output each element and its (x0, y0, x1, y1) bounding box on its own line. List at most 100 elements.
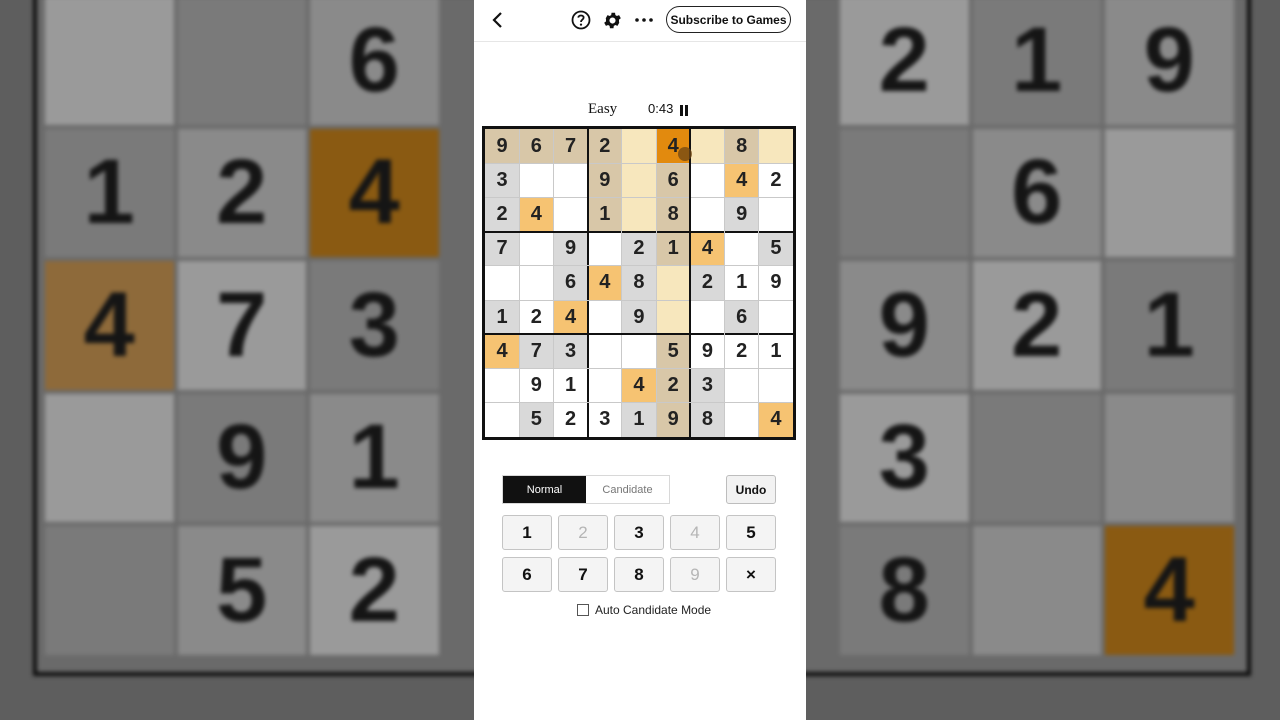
sudoku-cell[interactable]: 2 (485, 197, 520, 232)
sudoku-cell[interactable] (519, 231, 554, 266)
sudoku-cell[interactable] (587, 368, 622, 403)
sudoku-cell[interactable]: 8 (690, 402, 725, 437)
sudoku-cell[interactable]: 9 (621, 300, 657, 335)
number-key-2[interactable]: 2 (558, 515, 608, 550)
sudoku-cell[interactable] (758, 197, 793, 232)
sudoku-cell[interactable]: 1 (621, 402, 657, 437)
sudoku-cell[interactable]: 2 (621, 231, 657, 266)
sudoku-cell[interactable]: 2 (724, 334, 759, 369)
sudoku-cell[interactable]: 9 (485, 129, 520, 164)
sudoku-cell[interactable]: 2 (519, 300, 554, 335)
sudoku-cell[interactable] (690, 197, 725, 232)
sudoku-cell[interactable]: 1 (587, 197, 622, 232)
sudoku-cell[interactable]: 5 (656, 334, 691, 369)
sudoku-cell[interactable]: 6 (724, 300, 759, 335)
sudoku-cell[interactable]: 7 (519, 334, 554, 369)
sudoku-cell[interactable] (656, 300, 691, 335)
number-key-7[interactable]: 7 (558, 557, 608, 592)
sudoku-cell[interactable]: 2 (758, 163, 793, 198)
sudoku-cell[interactable] (690, 129, 725, 164)
sudoku-cell[interactable] (485, 402, 520, 437)
sudoku-cell[interactable]: 3 (587, 402, 622, 437)
number-key-3[interactable]: 3 (614, 515, 664, 550)
sudoku-cell[interactable]: 4 (690, 231, 725, 266)
mode-candidate-button[interactable]: Candidate (586, 476, 669, 503)
sudoku-cell[interactable]: 3 (553, 334, 588, 369)
sudoku-cell[interactable]: 6 (553, 265, 588, 301)
auto-candidate-toggle[interactable]: Auto Candidate Mode (577, 602, 711, 618)
number-key-5[interactable]: 5 (726, 515, 776, 550)
number-key-9[interactable]: 9 (670, 557, 720, 592)
sudoku-cell[interactable]: 4 (724, 163, 759, 198)
erase-key[interactable]: × (726, 557, 776, 592)
sudoku-cell[interactable] (758, 129, 793, 164)
number-key-1[interactable]: 1 (502, 515, 552, 550)
sudoku-cell[interactable] (587, 300, 622, 335)
sudoku-cell[interactable]: 7 (485, 231, 520, 266)
sudoku-cell[interactable]: 9 (587, 163, 622, 198)
auto-candidate-checkbox[interactable] (577, 604, 589, 616)
sudoku-cell[interactable] (621, 129, 657, 164)
sudoku-cell[interactable]: 5 (519, 402, 554, 437)
sudoku-cell[interactable]: 4 (553, 300, 588, 335)
sudoku-cell[interactable]: 9 (724, 197, 759, 232)
sudoku-cell[interactable] (485, 368, 520, 403)
sudoku-cell[interactable]: 1 (485, 300, 520, 335)
subscribe-button[interactable]: Subscribe to Games (666, 6, 791, 33)
sudoku-cell[interactable] (724, 402, 759, 437)
sudoku-cell[interactable] (587, 231, 622, 266)
sudoku-cell[interactable] (519, 265, 554, 301)
sudoku-cell[interactable] (519, 163, 554, 198)
sudoku-cell[interactable] (621, 334, 657, 369)
sudoku-cell[interactable]: 2 (656, 368, 691, 403)
help-circle-icon[interactable] (571, 10, 591, 30)
sudoku-cell[interactable] (656, 265, 691, 301)
mode-normal-button[interactable]: Normal (503, 476, 586, 503)
sudoku-cell[interactable] (724, 231, 759, 266)
sudoku-cell[interactable]: 4 (758, 402, 793, 437)
sudoku-cell[interactable]: 3 (485, 163, 520, 198)
chevron-left-icon[interactable] (488, 10, 508, 30)
sudoku-cell[interactable]: 8 (724, 129, 759, 164)
sudoku-cell[interactable]: 1 (758, 334, 793, 369)
sudoku-cell[interactable] (553, 163, 588, 198)
sudoku-cell[interactable] (724, 368, 759, 403)
sudoku-cell[interactable]: 1 (656, 231, 691, 266)
sudoku-cell[interactable]: 4 (519, 197, 554, 232)
sudoku-cell[interactable]: 2 (587, 129, 622, 164)
sudoku-cell[interactable] (621, 197, 657, 232)
sudoku-cell[interactable]: 4 (587, 265, 622, 301)
sudoku-cell[interactable]: 9 (656, 402, 691, 437)
undo-button[interactable]: Undo (726, 475, 776, 504)
sudoku-cell[interactable]: 6 (656, 163, 691, 198)
sudoku-cell[interactable]: 8 (621, 265, 657, 301)
sudoku-cell[interactable]: 9 (690, 334, 725, 369)
sudoku-cell[interactable]: 5 (758, 231, 793, 266)
sudoku-cell[interactable]: 3 (690, 368, 725, 403)
sudoku-cell[interactable] (485, 265, 520, 301)
sudoku-cell[interactable]: 2 (690, 265, 725, 301)
sudoku-cell[interactable]: 7 (553, 129, 588, 164)
number-key-4[interactable]: 4 (670, 515, 720, 550)
number-key-6[interactable]: 6 (502, 557, 552, 592)
sudoku-cell[interactable] (621, 163, 657, 198)
sudoku-cell[interactable]: 4 (621, 368, 657, 403)
number-key-8[interactable]: 8 (614, 557, 664, 592)
pause-icon[interactable] (680, 105, 688, 116)
sudoku-cell[interactable]: 9 (553, 231, 588, 266)
sudoku-cell[interactable]: 1 (553, 368, 588, 403)
sudoku-cell[interactable] (690, 163, 725, 198)
sudoku-cell[interactable] (758, 368, 793, 403)
sudoku-cell[interactable]: 6 (519, 129, 554, 164)
more-dots-icon[interactable] (634, 12, 654, 28)
sudoku-cell[interactable]: 2 (553, 402, 588, 437)
sudoku-cell[interactable]: 4 (485, 334, 520, 369)
sudoku-cell[interactable] (690, 300, 725, 335)
sudoku-cell[interactable]: 1 (724, 265, 759, 301)
sudoku-cell[interactable] (553, 197, 588, 232)
sudoku-cell[interactable] (758, 300, 793, 335)
gear-icon[interactable] (602, 10, 623, 31)
sudoku-cell[interactable]: 9 (758, 265, 793, 301)
sudoku-cell[interactable]: 9 (519, 368, 554, 403)
sudoku-cell[interactable]: 8 (656, 197, 691, 232)
